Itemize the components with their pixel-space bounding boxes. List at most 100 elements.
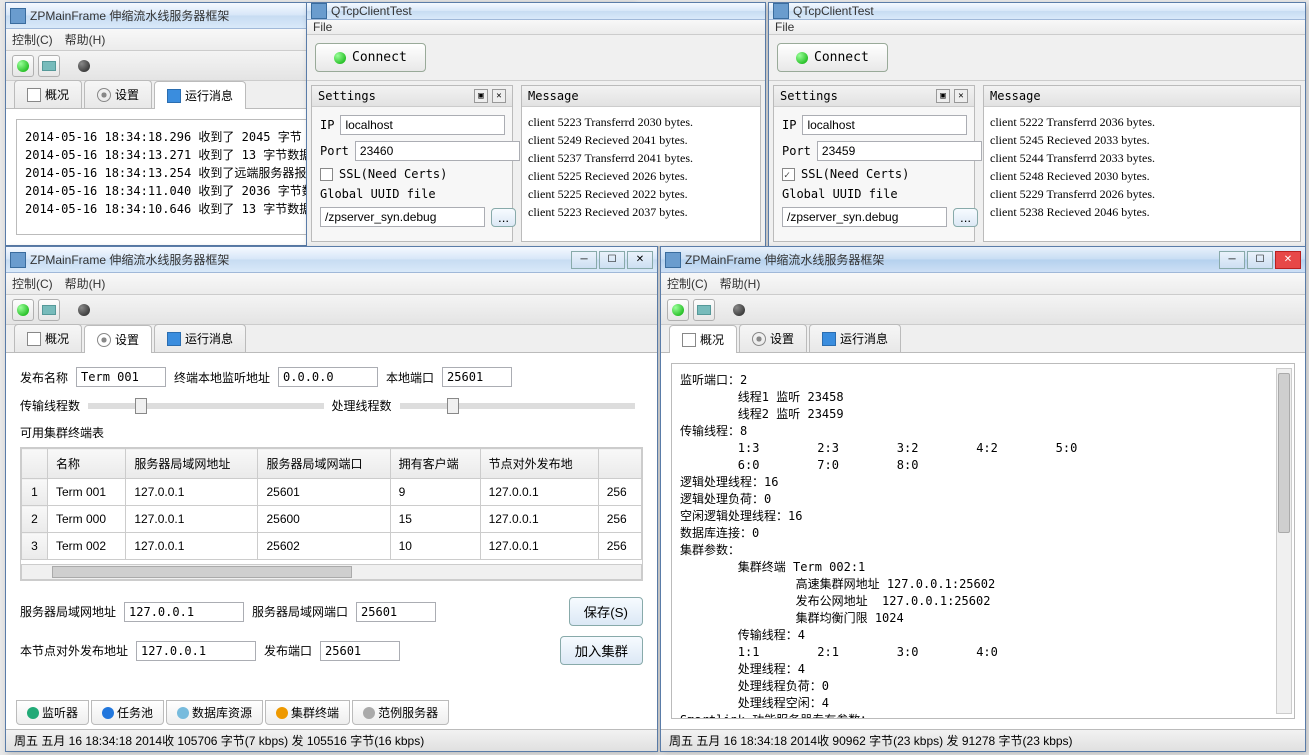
tab-settings[interactable]: 设置 [739,324,807,352]
proc-threads-slider[interactable] [400,403,635,409]
maximize-button[interactable]: ☐ [1247,251,1273,269]
btab-dbres[interactable]: 数据库资源 [166,700,263,725]
pub-addr-input[interactable] [136,641,256,661]
table-row[interactable]: 1Term 001127.0.0.1256019127.0.0.1256 [22,479,642,506]
msg-line: client 5225 Recieved 2026 bytes. [528,167,754,185]
browse-button[interactable]: ... [953,208,978,227]
ssl-checkbox[interactable] [320,168,333,181]
titlebar[interactable]: QTcpClientTest [307,3,765,20]
btab-example[interactable]: 范例服务器 [352,700,449,725]
menu-control[interactable]: 控制(C) [12,275,53,292]
menubar: 控制(C) 帮助(H) [6,273,657,295]
connect-bar: Connect [307,35,765,81]
btab-listener[interactable]: 监听器 [16,700,89,725]
uuid-path-input[interactable] [782,207,947,227]
ssl-checkbox[interactable] [782,168,795,181]
menu-control[interactable]: 控制(C) [667,275,708,292]
col-clients[interactable]: 拥有客户端 [390,449,480,479]
save-button[interactable]: 保存(S) [569,597,643,626]
pub-port-input[interactable] [320,641,400,661]
menubar: File [769,20,1305,35]
menu-help[interactable]: 帮助(H) [720,275,761,292]
tool-start[interactable] [667,299,689,321]
ip-input[interactable] [340,115,505,135]
app-icon [10,252,26,268]
disk-icon [822,332,836,346]
join-cluster-button[interactable]: 加入集群 [560,636,643,665]
col-rownum[interactable] [22,449,48,479]
window-title: ZPMainFrame 伸缩流水线服务器框架 [30,251,571,268]
uuid-label: Global UUID file [320,187,436,201]
close-button[interactable]: ✕ [627,251,653,269]
listen-input[interactable] [278,367,378,387]
menu-file[interactable]: File [313,20,332,34]
settings-panel: Settings ▣ ✕ IP Port SSL(Need Certs) Glo… [773,85,975,242]
titlebar[interactable]: QTcpClientTest [769,3,1305,20]
connect-button[interactable]: Connect [777,43,888,72]
col-extra[interactable] [598,449,641,479]
table-row[interactable]: 3Term 002127.0.0.12560210127.0.0.1256 [22,533,642,560]
tab-settings[interactable]: 设置 [84,325,152,353]
titlebar[interactable]: ZPMainFrame 伸缩流水线服务器框架 ─ ☐ ✕ [661,247,1305,273]
col-lanport[interactable]: 服务器局域网端口 [258,449,390,479]
tab-runlog[interactable]: 运行消息 [154,324,246,352]
panel-close-button[interactable]: ✕ [492,89,506,103]
tool-disk[interactable] [693,299,715,321]
vscroll[interactable] [1276,368,1292,714]
menu-help[interactable]: 帮助(H) [65,31,106,48]
ip-input[interactable] [802,115,967,135]
window-title: ZPMainFrame 伸缩流水线服务器框架 [685,251,1219,268]
titlebar[interactable]: ZPMainFrame 伸缩流水线服务器框架 ─ ☐ ✕ [6,247,657,273]
tab-runlog[interactable]: 运行消息 [154,81,246,109]
pubname-input[interactable] [76,367,166,387]
maximize-button[interactable]: ☐ [599,251,625,269]
table-hscroll[interactable] [21,564,642,580]
panel-close-button[interactable]: ✕ [954,89,968,103]
minimize-button[interactable]: ─ [571,251,597,269]
lan-port-input[interactable] [356,602,436,622]
minimize-button[interactable]: ─ [1219,251,1245,269]
statusbar: 周五 五月 16 18:34:18 2014收 105706 字节(7 kbps… [6,729,657,751]
localport-input[interactable] [442,367,512,387]
toolbar [6,295,657,325]
btab-cluster[interactable]: 集群终端 [265,700,350,725]
table-row[interactable]: 2Term 000127.0.0.12560015127.0.0.1256 [22,506,642,533]
tool-disk[interactable] [38,55,60,77]
tab-overview[interactable]: 概况 [669,325,737,353]
tab-runlog[interactable]: 运行消息 [809,324,901,352]
overview-body: 监听端口：2 线程1 监听 23458 线程2 监听 23459 传输线程：8 … [661,353,1305,729]
port-input[interactable] [817,141,982,161]
undock-button[interactable]: ▣ [936,89,950,103]
settings-title: Settings [780,89,838,103]
msg-line: client 5238 Recieved 2046 bytes. [990,203,1294,221]
menu-file[interactable]: File [775,20,794,34]
browse-button[interactable]: ... [491,208,516,227]
col-lanaddr[interactable]: 服务器局域网地址 [126,449,258,479]
tool-start[interactable] [12,55,34,77]
lan-addr-input[interactable] [124,602,244,622]
statusbar: 周五 五月 16 18:34:18 2014收 90962 字节(23 kbps… [661,729,1305,751]
undock-button[interactable]: ▣ [474,89,488,103]
tool-start[interactable] [12,299,34,321]
menubar: 控制(C) 帮助(H) [661,273,1305,295]
cluster-table: 名称 服务器局域网地址 服务器局域网端口 拥有客户端 节点对外发布地 1Term… [21,448,642,560]
tab-settings[interactable]: 设置 [84,80,152,108]
close-button[interactable]: ✕ [1275,251,1301,269]
tab-overview[interactable]: 概况 [14,80,82,108]
col-pubaddr[interactable]: 节点对外发布地 [480,449,598,479]
tab-overview[interactable]: 概况 [14,324,82,352]
port-label: Port [320,144,349,158]
menu-control[interactable]: 控制(C) [12,31,53,48]
port-input[interactable] [355,141,520,161]
btab-taskpool[interactable]: 任务池 [91,700,164,725]
msg-line: client 5222 Transferrd 2036 bytes. [990,113,1294,131]
uuid-path-input[interactable] [320,207,485,227]
menu-help[interactable]: 帮助(H) [65,275,106,292]
connect-button[interactable]: Connect [315,43,426,72]
cluster-table-label: 可用集群终端表 [20,424,643,441]
gear-icon [752,332,766,346]
trans-threads-slider[interactable] [88,403,323,409]
col-name[interactable]: 名称 [48,449,126,479]
tool-disk[interactable] [38,299,60,321]
disk-icon [167,89,181,103]
